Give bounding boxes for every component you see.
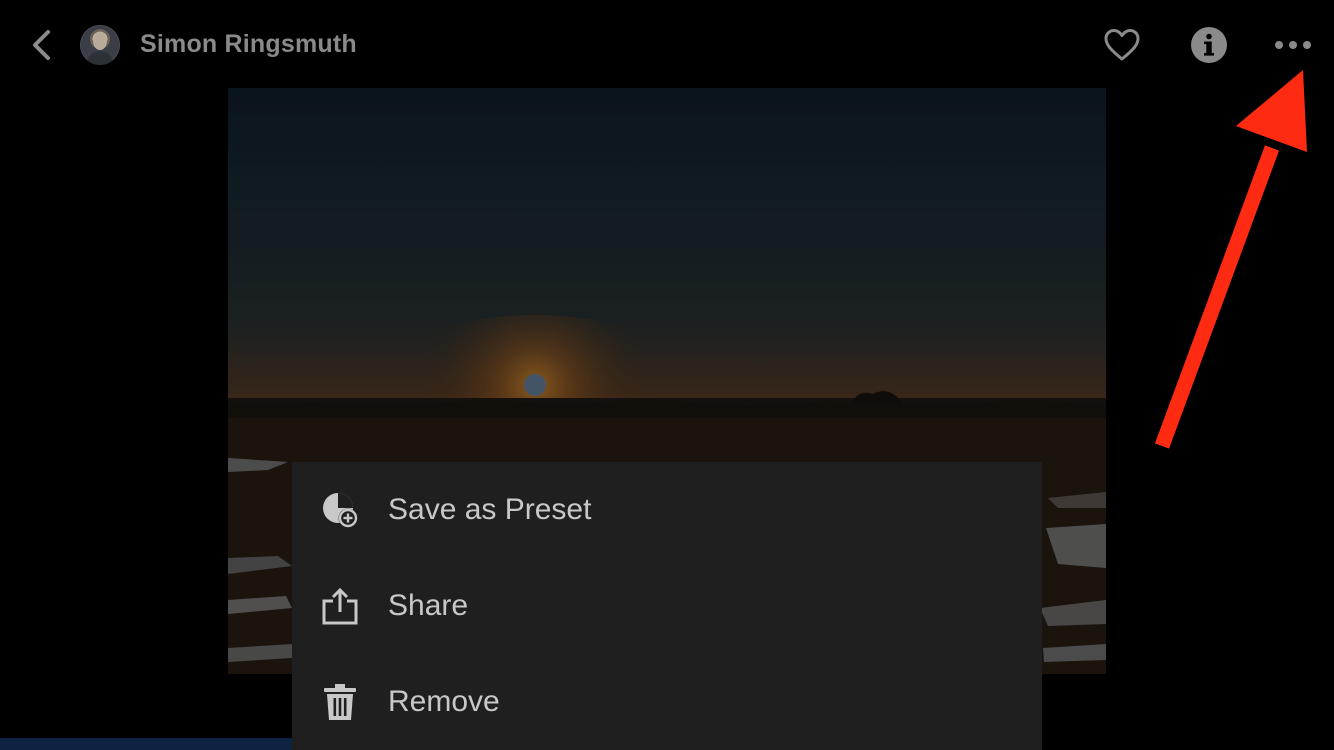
chevron-left-icon: [33, 30, 50, 60]
share-icon: [319, 585, 361, 627]
favorite-button[interactable]: [1101, 24, 1143, 66]
photo-detail-screen: Simon Ringsmuth Save as Preset Share Rem…: [0, 0, 1334, 750]
menu-item-save-as-preset[interactable]: Save as Preset: [292, 462, 1042, 558]
menu-item-label: Share: [388, 589, 469, 622]
menu-item-label: Save as Preset: [388, 493, 592, 526]
avatar[interactable]: [80, 25, 120, 65]
ellipsis-icon: [1275, 41, 1311, 49]
back-button[interactable]: [22, 26, 60, 64]
menu-item-share[interactable]: Share: [292, 558, 1042, 654]
avatar-photo: [86, 32, 114, 65]
preset-add-icon: [319, 489, 361, 531]
context-menu: Save as Preset Share Remove: [292, 462, 1042, 750]
info-icon: [1191, 27, 1227, 63]
more-options-button[interactable]: [1272, 24, 1314, 66]
info-button[interactable]: [1188, 24, 1230, 66]
trash-icon: [319, 681, 361, 723]
menu-item-label: Remove: [388, 685, 500, 718]
menu-item-remove[interactable]: Remove: [292, 654, 1042, 750]
top-bar: Simon Ringsmuth: [0, 0, 1334, 88]
user-name[interactable]: Simon Ringsmuth: [140, 30, 357, 59]
heart-icon: [1104, 29, 1140, 61]
bottom-strip: [0, 738, 292, 750]
